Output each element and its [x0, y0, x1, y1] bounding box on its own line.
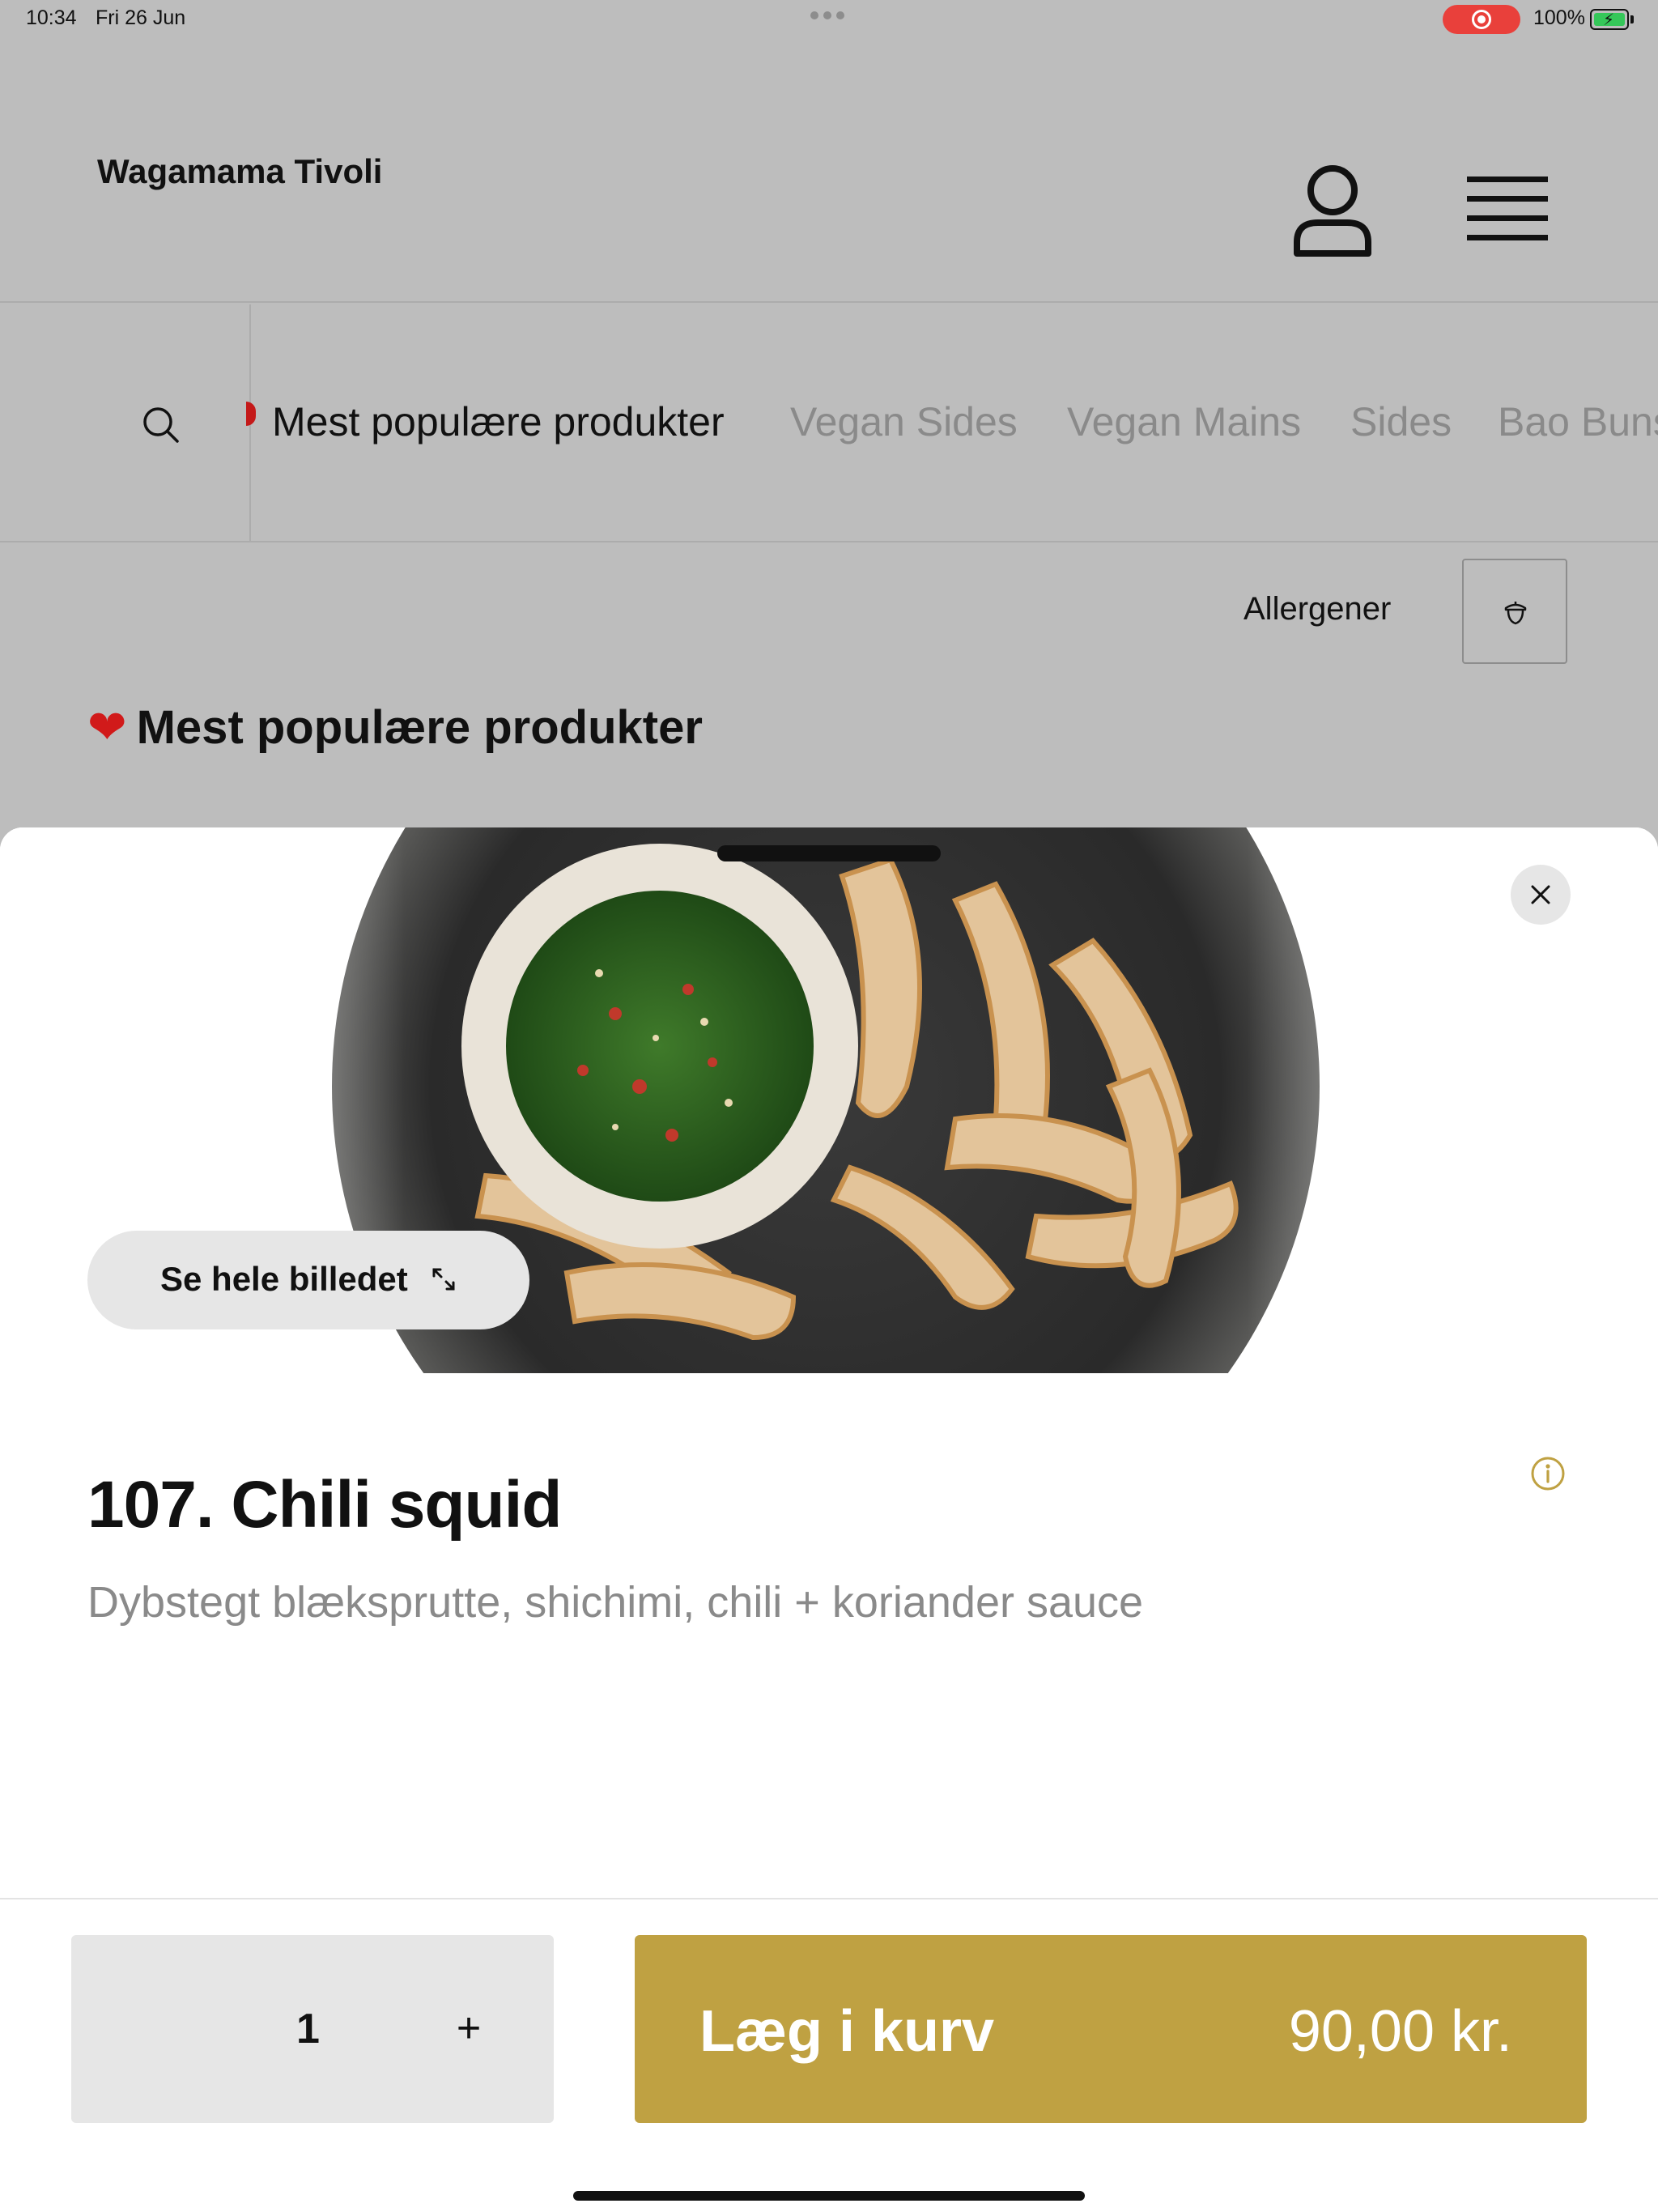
tab-vegan-mains[interactable]: Vegan Mains: [1067, 398, 1301, 445]
view-full-image-button[interactable]: Se hele billedet: [87, 1231, 529, 1329]
close-button[interactable]: [1511, 865, 1571, 925]
heart-icon: [246, 402, 256, 426]
acorn-icon: [1504, 602, 1527, 625]
user-icon: [1294, 165, 1371, 257]
tab-sides[interactable]: Sides: [1350, 398, 1452, 445]
home-indicator[interactable]: [573, 2191, 1085, 2201]
close-icon: [1531, 885, 1550, 904]
restaurant-name[interactable]: Wagamama Tivoli: [97, 152, 382, 191]
screen-recording-icon[interactable]: [1443, 5, 1520, 34]
quantity-stepper: 1 +: [71, 1935, 554, 2123]
product-title: 107. Chili squid: [87, 1468, 562, 1542]
multitasking-dots-icon[interactable]: [810, 11, 844, 19]
battery-icon: ⚡: [1590, 9, 1629, 30]
view-full-image-label: Se hele billedet: [160, 1260, 408, 1298]
add-to-cart-button[interactable]: Læg i kurv 90,00 kr.: [635, 1935, 1587, 2123]
category-nav: Mest populære produkter Vegan Sides Vega…: [0, 304, 1658, 542]
drag-handle[interactable]: [717, 845, 941, 861]
section-title: ❤ Mest populære produkter: [87, 700, 703, 755]
product-description: Dybstegt blæksprutte, shichimi, chili + …: [87, 1578, 1144, 1627]
footer-divider: [0, 1898, 1658, 1899]
search-icon: [143, 407, 179, 443]
tab-vegan-sides[interactable]: Vegan Sides: [790, 398, 1018, 445]
quantity-value: 1: [296, 2006, 320, 2052]
account-button[interactable]: [1292, 164, 1373, 257]
battery-tip: [1630, 15, 1634, 23]
status-date: Fri 26 Jun: [96, 6, 186, 29]
expand-icon: [432, 1268, 455, 1291]
status-bar: 10:34 Fri 26 Jun 100% ⚡: [0, 0, 1658, 39]
tab-bao-buns[interactable]: Bao Buns: [1498, 398, 1658, 445]
increase-quantity-button[interactable]: +: [440, 2000, 497, 2057]
product-sheet: Se hele billedet 107. Chili squid Dybste…: [0, 827, 1658, 2212]
search-button[interactable]: [0, 304, 251, 541]
header: Wagamama Tivoli: [0, 39, 1658, 303]
add-to-cart-price: 90,00 kr.: [1288, 1999, 1512, 2064]
hamburger-menu-icon[interactable]: [1467, 177, 1548, 246]
section-title-text: Mest populære produkter: [136, 701, 703, 754]
allergen-filter-button[interactable]: [1462, 559, 1567, 664]
tab-mest-populaere[interactable]: Mest populære produkter: [272, 398, 725, 445]
allergen-label: Allergener: [1244, 591, 1392, 627]
info-icon[interactable]: [1530, 1456, 1566, 1491]
battery-percentage: 100%: [1533, 6, 1585, 29]
status-time: 10:34: [26, 6, 77, 29]
heart-icon: ❤: [87, 701, 127, 754]
add-to-cart-label: Læg i kurv: [699, 1999, 995, 2064]
